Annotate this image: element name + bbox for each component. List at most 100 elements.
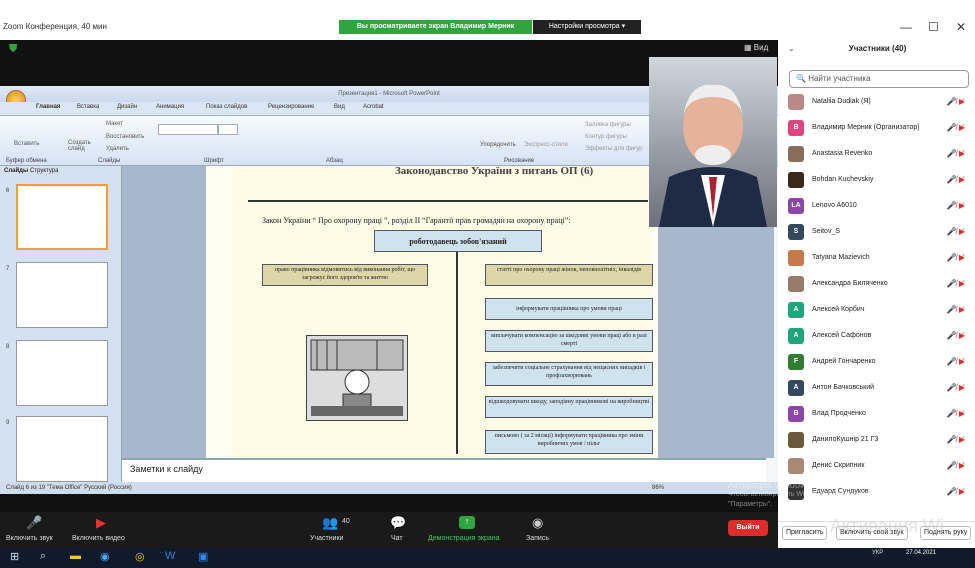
participant-name: Nataliia Dudiak (Я) [812,98,871,105]
muted-icon: 🎤̸ ▶̸ [946,357,965,366]
font-name-select[interactable] [158,124,218,135]
participant-row[interactable]: ДанилоКушнір 21 Г3 🎤̸ ▶̸ [778,428,975,454]
share-screen-icon[interactable]: ↑ [459,516,475,529]
tab-acrobat[interactable]: Acrobat [363,104,384,110]
system-tray: УКР [810,550,883,556]
participants-button[interactable]: Участники [310,535,343,542]
tab-review[interactable]: Рецензирование [268,104,314,110]
record-button[interactable]: Запись [526,535,549,542]
tab-insert[interactable]: Вставка [77,104,99,110]
participant-name: Tatyana Mazievich [812,254,870,261]
shape-effects-button[interactable]: Эффекты для фигур [585,146,643,152]
chat-button[interactable]: Чат [391,535,403,542]
layout-button[interactable]: Макет [106,121,123,127]
slide-thumbnail[interactable] [16,340,108,406]
group-paragraph: Абзац [326,158,343,164]
participant-row[interactable]: Tatyana Mazievich 🎤̸ ▶̸ [778,246,975,272]
record-icon[interactable]: ◉ [532,515,543,531]
edge-icon[interactable]: ◉ [100,550,110,563]
participant-row[interactable]: A Алексей Сафонов 🎤̸ ▶̸ [778,324,975,350]
video-off-icon[interactable]: ▶ [96,515,106,531]
participant-row[interactable]: Александра Биляченко 🎤̸ ▶̸ [778,272,975,298]
participant-row[interactable]: F Андрей Гончаренко 🎤̸ ▶̸ [778,350,975,376]
search-placeholder: Найти участника [808,74,871,83]
search-icon[interactable]: ⌕ [40,550,46,563]
participant-row[interactable]: Anastasia Revenko 🎤̸ ▶̸ [778,142,975,168]
group-slides: Слайды [98,158,121,164]
participant-row[interactable]: LA Lenovo A6010 🎤̸ ▶̸ [778,194,975,220]
slide-intro: Закон України “ Про охорону праці ”, роз… [262,216,571,225]
shield-icon[interactable]: ⛊ [9,43,17,56]
paste-button[interactable]: Вставить [14,141,39,147]
share-screen-button[interactable]: Демонстрация экрана [428,535,500,542]
status-text: Слайд 6 из 19 "Тема Office" Русский (Рос… [6,485,132,491]
chrome-icon[interactable]: ◎ [135,550,145,563]
arrange-button[interactable]: Упорядочить [480,142,516,148]
avatar: LA [788,198,804,214]
new-slide-button[interactable]: Создать слайд [68,140,96,152]
view-settings-button[interactable]: Настройки просмотра ▾ [533,20,641,34]
shape-outline-button[interactable]: Контур фигуры [585,134,627,140]
clock[interactable]: 27.04.2021 [906,549,936,557]
start-video-button[interactable]: Включить видео [72,535,125,542]
muted-icon: 🎤̸ ▶̸ [946,97,965,106]
lang-indicator[interactable]: УКР [872,550,883,556]
participant-row[interactable]: B Влад Продченко 🎤̸ ▶̸ [778,402,975,428]
tab-outline[interactable]: Структура [30,168,58,174]
tab-slides[interactable]: Слайды [4,168,28,174]
quick-styles-button[interactable]: Экспресс-стили [524,142,568,148]
unmute-button[interactable]: Включить звук [6,535,53,542]
slide-thumbnail[interactable] [16,416,108,482]
shape-fill-button[interactable]: Заливка фигуры [585,122,631,128]
participant-row[interactable]: Денис Скрипник 🎤̸ ▶̸ [778,454,975,480]
tab-view[interactable]: Вид [334,104,345,110]
zoom-icon[interactable]: ▣ [198,550,208,563]
maximize-icon[interactable]: ☐ [928,20,939,34]
employer-box: роботодавець зобов'язаний [374,230,542,252]
avatar [788,458,804,474]
participant-row[interactable]: S Seitov_S 🎤̸ ▶̸ [778,220,975,246]
chat-icon[interactable]: 💬 [390,515,406,531]
participant-name: Anastasia Revenko [812,150,873,157]
right-box: інформувати працівника про умови праці [485,298,653,320]
participants-icon[interactable]: 👥 [322,515,338,531]
participant-row[interactable]: A Алексей Корбич 🎤̸ ▶̸ [778,298,975,324]
participant-name: Денис Скрипник [812,462,865,469]
reset-button[interactable]: Восстановить [106,134,144,140]
slide-number: 8 [6,344,10,350]
tab-slideshow[interactable]: Показ слайдов [206,104,247,110]
tab-design[interactable]: Дизайн [117,104,137,110]
slide-number: 6 [6,188,10,194]
avatar: S [788,224,804,240]
view-button[interactable]: ▦ Вид [744,43,768,52]
tab-home[interactable]: Главная [36,104,60,110]
connector-line [456,252,458,454]
muted-icon: 🎤̸ ▶̸ [946,123,965,132]
invite-button[interactable]: Пригласить [782,526,828,540]
slide-thumbnail[interactable] [16,262,108,328]
mic-muted-icon[interactable]: 🎤 [26,515,42,531]
participant-row[interactable]: Nataliia Dudiak (Я) 🎤̸ ▶̸ [778,90,975,116]
minimize-icon[interactable]: — [900,20,912,34]
word-icon[interactable]: W [165,550,175,562]
explorer-icon[interactable]: ▬ [70,550,81,562]
participant-search-input[interactable]: 🔍 Найти участника [789,70,969,88]
participant-name: Bohdan Kuchevskiy [812,176,874,183]
participant-row[interactable]: A Антон Бачковський 🎤̸ ▶̸ [778,376,975,402]
font-size-select[interactable] [218,124,238,135]
slide-thumbnail[interactable] [16,184,108,250]
participant-row[interactable]: B Владимир Мерник (Организатор) 🎤̸ ▶̸ [778,116,975,142]
status-bar: Слайд 6 из 19 "Тема Office" Русский (Рос… [0,482,778,494]
muted-icon: 🎤̸ ▶̸ [946,487,965,496]
group-drawing: Рисование [504,158,535,164]
sharing-banner: Вы просматриваете экран Владимир Мерник [339,20,532,34]
muted-icon: 🎤̸ ▶̸ [946,435,965,444]
notes-pane[interactable]: Заметки к слайду [122,458,766,482]
close-icon[interactable]: ✕ [956,20,966,34]
leave-button[interactable]: Выйти [728,520,768,536]
start-icon[interactable]: ⊞ [10,550,19,563]
zoom-level[interactable]: 86% [652,482,664,494]
tab-animation[interactable]: Анимация [156,104,184,110]
delete-button[interactable]: Удалить [106,146,129,152]
participant-row[interactable]: Bohdan Kuchevskiy 🎤̸ ▶̸ [778,168,975,194]
